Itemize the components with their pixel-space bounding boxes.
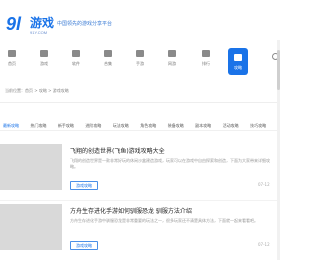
tab-8[interactable]: 活动攻略 — [223, 123, 239, 129]
article-thumbnail[interactable] — [0, 204, 62, 250]
nav-item-mobile[interactable]: 手游 — [130, 50, 150, 76]
tab-4[interactable]: 玩法攻略 — [113, 123, 129, 129]
book-icon — [234, 54, 242, 61]
article-tag[interactable]: 游戏攻略 — [70, 181, 98, 190]
nav-item-label: 软件 — [72, 61, 80, 66]
tab-5[interactable]: 角色攻略 — [140, 123, 156, 129]
divider — [0, 200, 280, 201]
site-header: 9l 游戏 91Y.COM 中国领先的游戏分享平台 — [0, 0, 280, 40]
nav-item-label: 排行 — [202, 61, 210, 66]
article-thumbnail[interactable] — [0, 144, 62, 190]
site-slogan: 中国领先的游戏分享平台 — [57, 21, 113, 27]
nav-item-collection[interactable]: 合集 — [98, 50, 118, 76]
apps-icon — [72, 50, 80, 57]
article-item[interactable]: 方舟生存进化手游如何驯服恐龙 驯服方法介绍 方舟生存进化手游中驯服恐龙是非常重要… — [0, 204, 280, 260]
nav-item-online[interactable]: 网游 — [162, 50, 182, 76]
article-description: 方舟生存进化手游中驯服恐龙是非常重要的玩法之一，很多玩家还不清楚具体方法，下面就… — [70, 218, 258, 223]
collection-icon — [104, 50, 112, 57]
nav-item-games[interactable]: 游戏 — [34, 50, 54, 76]
main-nav: 首页 游戏 软件 合集 手游 网游 排行 攻略 — [0, 44, 280, 76]
nav-item-label: 游戏 — [40, 61, 48, 66]
globe-icon — [168, 50, 176, 57]
nav-item-label: 首页 — [8, 61, 16, 66]
logo-subtitle: 91Y.COM — [30, 30, 48, 35]
gamepad-icon — [40, 50, 48, 57]
article-date: 07-12 — [258, 242, 270, 247]
category-tabs: 最新攻略 热门攻略 新手攻略 进阶攻略 玩法攻略 角色攻略 装备攻略 副本攻略 … — [3, 114, 280, 128]
nav-item-label: 攻略 — [234, 65, 242, 70]
tab-2[interactable]: 新手攻略 — [58, 123, 74, 129]
rank-icon — [202, 50, 210, 57]
tab-3[interactable]: 进阶攻略 — [85, 123, 101, 129]
scrollbar[interactable] — [277, 40, 280, 260]
article-date: 07-12 — [258, 182, 270, 187]
breadcrumb: 当前位置：首页 > 攻略 > 游戏攻略 — [5, 88, 69, 93]
nav-item-home[interactable]: 首页 — [2, 50, 22, 76]
tab-0[interactable]: 最新攻略 — [3, 123, 19, 129]
tab-1[interactable]: 热门攻略 — [30, 123, 46, 129]
tab-9[interactable]: 技巧攻略 — [250, 123, 266, 129]
tab-6[interactable]: 装备攻略 — [168, 123, 184, 129]
article-tag[interactable]: 游戏攻略 — [70, 241, 98, 250]
tab-7[interactable]: 副本攻略 — [195, 123, 211, 129]
article-description: 飞翔的创造世界是一款非常好玩的休闲沙盒建造游戏，玩家可以在游戏中自由探索和创造，… — [70, 158, 270, 169]
site-logo[interactable]: 9l 游戏 91Y.COM — [6, 14, 58, 36]
nav-item-label: 网游 — [168, 61, 176, 66]
logo-number: 9l — [6, 14, 22, 34]
scrollbar-thumb[interactable] — [277, 50, 280, 90]
article-title[interactable]: 飞翔的创造世界(飞鱼)游戏攻略大全 — [70, 146, 165, 155]
divider — [0, 130, 280, 131]
nav-item-rank[interactable]: 排行 — [196, 50, 216, 76]
home-icon — [8, 50, 16, 57]
nav-item-label: 合集 — [104, 61, 112, 66]
nav-item-software[interactable]: 软件 — [66, 50, 86, 76]
phone-icon — [136, 50, 144, 57]
article-title[interactable]: 方舟生存进化手游如何驯服恐龙 驯服方法介绍 — [70, 206, 192, 215]
nav-item-guides-active[interactable]: 攻略 — [228, 48, 248, 75]
article-item[interactable]: 飞翔的创造世界(飞鱼)游戏攻略大全 飞翔的创造世界是一款非常好玩的休闲沙盒建造游… — [0, 144, 280, 202]
logo-name: 游戏 — [30, 16, 55, 30]
divider — [0, 102, 280, 103]
nav-item-label: 手游 — [136, 61, 144, 66]
